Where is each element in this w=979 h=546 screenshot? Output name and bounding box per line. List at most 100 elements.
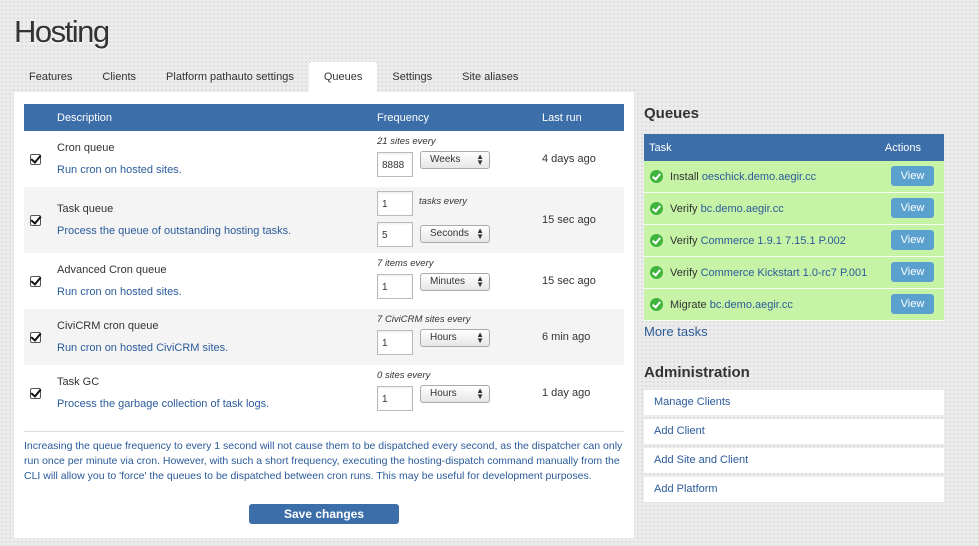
save-changes-button[interactable]: Save changes [249, 504, 399, 524]
tab-features[interactable]: Features [14, 62, 87, 92]
add-client-link[interactable]: Add Client [644, 419, 944, 444]
frequency-controls: 0 sites every 1 Hours ▲ ▼ [377, 368, 542, 418]
last-run-value: 15 sec ago [542, 275, 596, 287]
interval-input[interactable]: 1 [377, 330, 413, 355]
frequency-label: tasks every [419, 196, 468, 207]
queue-description: Run cron on hosted sites. [57, 164, 182, 176]
header-frequency: Frequency [377, 104, 542, 131]
frequency-controls: 7 CiviCRM sites every 1 Hours ▲ ▼ [377, 312, 542, 362]
unit-select[interactable]: Hours ▲ ▼ [420, 329, 490, 347]
frequency-label: 7 items every [377, 258, 434, 269]
header-description: Description [57, 104, 377, 131]
table-row: Task GC Process the garbage collection of… [24, 365, 624, 421]
tab-site-aliases[interactable]: Site aliases [447, 62, 533, 92]
task-target-link[interactable]: Commerce 1.9.1 7.15.1 P.002 [701, 235, 846, 247]
success-check-icon [650, 234, 663, 247]
queue-enabled-checkbox[interactable] [30, 331, 41, 343]
task-target-link[interactable]: oeschick.demo.aegir.cc [702, 171, 816, 183]
items-input[interactable]: 1 [377, 191, 413, 216]
success-check-icon [650, 266, 663, 279]
queue-enabled-checkbox[interactable] [30, 387, 41, 399]
success-check-icon [650, 202, 663, 215]
header-checkbox-column [24, 104, 57, 131]
select-arrows-icon: ▲ ▼ [476, 330, 484, 345]
add-site-and-client-link[interactable]: Add Site and Client [644, 448, 944, 473]
table-row: Advanced Cron queue Run cron on hosted si… [24, 253, 624, 309]
admin-links: Manage Clients Add Client Add Site and C… [644, 390, 944, 506]
view-task-button[interactable]: View [891, 166, 934, 186]
task-row: Verify Commerce 1.9.1 7.15.1 P.002 View [644, 225, 944, 257]
sidebar-queues-title: Queues [644, 105, 700, 122]
items-input[interactable]: 8888 [377, 152, 413, 177]
task-row: Install oeschick.demo.aegir.cc View [644, 161, 944, 193]
unit-select[interactable]: Weeks ▲ ▼ [420, 151, 490, 169]
last-run-value: 6 min ago [542, 331, 591, 343]
queues-form-panel: Description Frequency Last run Cron queu… [14, 92, 634, 538]
task-action: Verify [670, 234, 698, 247]
table-row: Task queue Process the queue of outstandi… [24, 187, 624, 253]
task-action: Migrate [670, 298, 707, 311]
last-run-value: 1 day ago [542, 387, 591, 399]
queue-name: Advanced Cron queue [57, 264, 167, 276]
queue-name: Cron queue [57, 142, 115, 154]
task-row: Verify Commerce Kickstart 1.0-rc7 P.001 V… [644, 257, 944, 289]
last-run-value: 15 sec ago [542, 214, 596, 226]
queue-description: Process the garbage collection of task l… [57, 398, 270, 410]
frequency-label: 0 sites every [377, 370, 431, 381]
queues-table: Description Frequency Last run Cron queu… [24, 104, 624, 421]
task-row: Verify bc.demo.aegir.cc View [644, 193, 944, 225]
frequency-controls: 7 items every 1 Minutes ▲ ▼ [377, 256, 542, 306]
task-target-link[interactable]: bc.demo.aegir.cc [701, 203, 784, 215]
task-target-link[interactable]: bc.demo.aegir.cc [710, 299, 793, 311]
tab-settings[interactable]: Settings [377, 62, 447, 92]
interval-input[interactable]: 5 [377, 222, 413, 247]
success-check-icon [650, 170, 663, 183]
frequency-controls: 1 tasks every 5 Seconds ▲ ▼ [377, 190, 542, 250]
add-platform-link[interactable]: Add Platform [644, 477, 944, 502]
table-row: CiviCRM cron queue Run cron on hosted Civ… [24, 309, 624, 365]
queue-enabled-checkbox[interactable] [30, 214, 41, 226]
unit-select[interactable]: Hours ▲ ▼ [420, 385, 490, 403]
interval-input[interactable]: 1 [377, 386, 413, 411]
tab-clients[interactable]: Clients [87, 62, 151, 92]
more-tasks-link[interactable]: More tasks [644, 324, 708, 339]
task-action: Verify [670, 202, 698, 215]
tasks-header: Task Actions [644, 134, 944, 161]
frequency-controls: 21 sites every 8888 Weeks ▲ ▼ [377, 134, 542, 184]
view-task-button[interactable]: View [891, 262, 934, 282]
task-action: Install [670, 170, 699, 183]
select-arrows-icon: ▲ ▼ [476, 274, 484, 289]
tab-queues[interactable]: Queues [308, 62, 378, 92]
view-task-button[interactable]: View [891, 230, 934, 250]
unit-select[interactable]: Minutes ▲ ▼ [420, 273, 490, 291]
last-run-value: 4 days ago [542, 153, 596, 165]
unit-select[interactable]: Seconds ▲ ▼ [420, 225, 490, 243]
header-task: Task [649, 141, 672, 154]
header-actions: Actions [884, 141, 921, 154]
header-last-run: Last run [542, 104, 624, 131]
queue-name: Task GC [57, 376, 100, 388]
tab-bar: Features Clients Platform pathauto setti… [14, 62, 533, 92]
page-title: Hosting [14, 14, 110, 49]
view-task-button[interactable]: View [891, 198, 934, 218]
success-check-icon [650, 298, 663, 311]
sidebar-administration-title: Administration [644, 364, 750, 381]
tab-platform-pathauto-settings[interactable]: Platform pathauto settings [151, 62, 309, 92]
frequency-label: 21 sites every [377, 136, 436, 147]
queue-description: Run cron on hosted CiviCRM sites. [57, 342, 229, 354]
sidebar: Queues Task Actions Install oeschick.demo… [634, 92, 979, 538]
task-action: Verify [670, 266, 698, 279]
queue-enabled-checkbox[interactable] [30, 153, 41, 165]
table-row: Cron queue Run cron on hosted sites. 21 s… [24, 131, 624, 187]
queue-description: Run cron on hosted sites. [57, 286, 182, 298]
queue-frequency-note: Increasing the queue frequency to every … [24, 431, 624, 484]
interval-input[interactable]: 1 [377, 274, 413, 299]
queue-name: Task queue [57, 203, 114, 215]
frequency-label: 7 CiviCRM sites every [377, 314, 471, 325]
tasks-table: Task Actions Install oeschick.demo.aegir.… [644, 134, 944, 321]
manage-clients-link[interactable]: Manage Clients [644, 390, 944, 415]
queue-enabled-checkbox[interactable] [30, 275, 41, 287]
queue-name: CiviCRM cron queue [57, 320, 159, 332]
view-task-button[interactable]: View [891, 294, 934, 314]
task-target-link[interactable]: Commerce Kickstart 1.0-rc7 P.001 [701, 267, 868, 279]
